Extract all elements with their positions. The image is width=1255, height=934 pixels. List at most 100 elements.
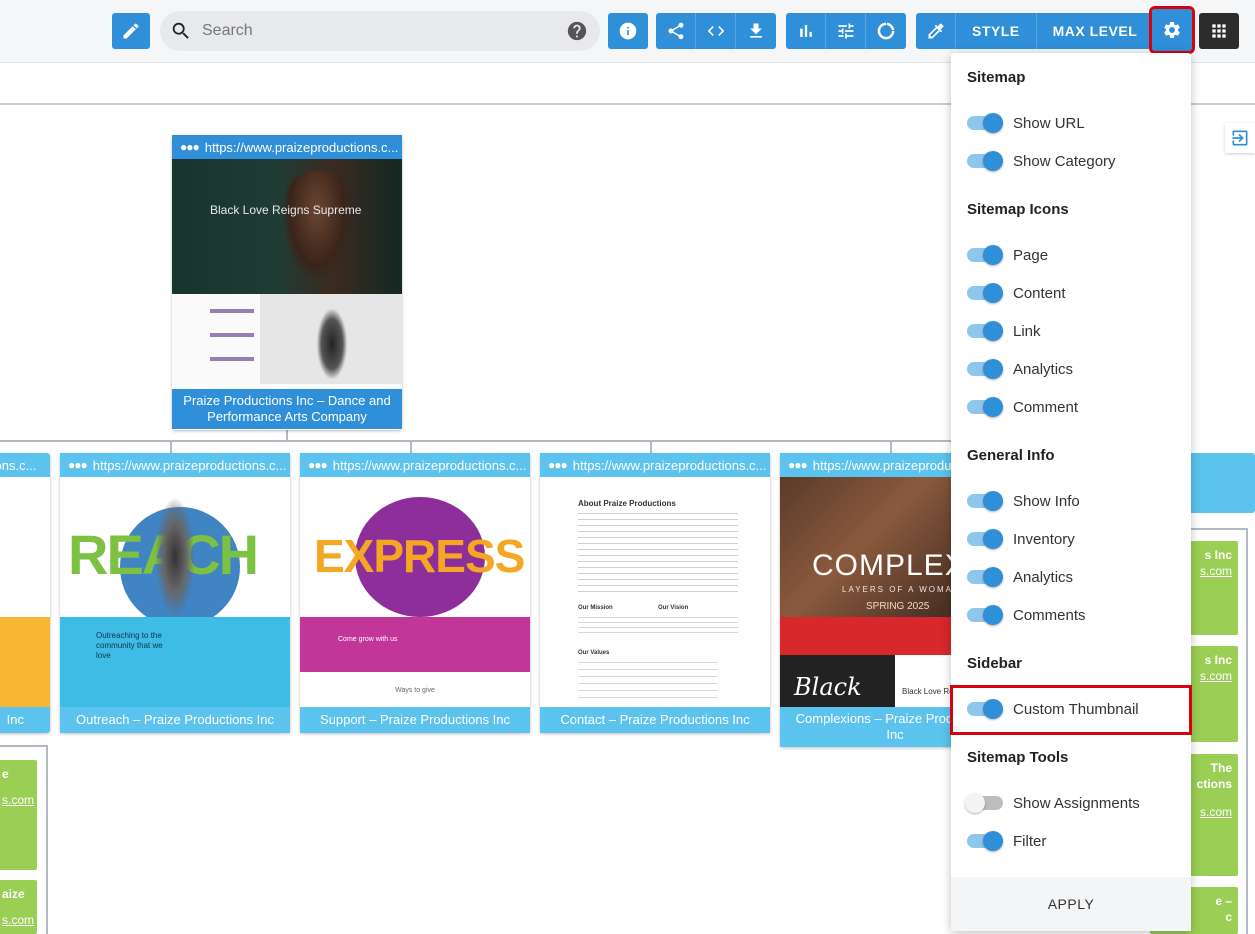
connector [0, 745, 48, 747]
toggle-switch[interactable] [967, 699, 1003, 719]
help-icon[interactable] [566, 20, 588, 42]
style-button[interactable]: STYLE [956, 13, 1037, 49]
refresh-button[interactable] [866, 13, 906, 49]
max-level-button[interactable]: MAX LEVEL [1036, 13, 1154, 49]
node-title[interactable]: Contact – Praize Productions Inc [540, 707, 770, 733]
toggle-switch[interactable] [967, 605, 1003, 625]
toggle-switch[interactable] [967, 245, 1003, 265]
sitemap-node[interactable]: ●●● https://www.praizeproductions.c... RE… [60, 453, 290, 733]
share-button[interactable] [656, 13, 696, 49]
connector [1246, 528, 1248, 934]
embed-code-button[interactable] [696, 13, 736, 49]
setting-label: Show Info [1013, 492, 1080, 510]
setting-inventory[interactable]: Inventory [967, 527, 1075, 551]
gear-icon [1164, 21, 1180, 38]
setting-analytics-info[interactable]: Analytics [967, 565, 1073, 589]
sub-text: Come grow with us [338, 636, 398, 643]
node-link[interactable]: s.com [2, 792, 34, 808]
node-title[interactable]: Inc [0, 707, 50, 733]
download-button[interactable] [736, 13, 776, 49]
toggle-switch[interactable] [967, 491, 1003, 511]
node-title[interactable]: Support – Praize Productions Inc [300, 707, 530, 733]
setting-comments[interactable]: Comments [967, 603, 1086, 627]
node-thumbnail: EXPRESS Come grow with us Ways to give [300, 477, 530, 707]
share-icon [667, 22, 683, 40]
sidebar-toggle[interactable] [1225, 123, 1255, 153]
toggle-switch[interactable] [967, 151, 1003, 171]
toggle-switch[interactable] [967, 567, 1003, 587]
info-button[interactable] [608, 13, 648, 49]
script-text: Black [794, 673, 862, 701]
circle-notch-icon [877, 22, 895, 40]
setting-label: Analytics [1013, 568, 1074, 586]
info-icon [619, 22, 637, 40]
toggle-switch[interactable] [967, 283, 1003, 303]
setting-show-assignments[interactable]: Show Assignments [965, 791, 1140, 815]
section-sidebar: Sidebar [967, 655, 1023, 672]
sub-text: Outreaching to the community that we lov… [96, 631, 163, 660]
setting-content[interactable]: Content [967, 281, 1066, 305]
edit-button[interactable] [112, 13, 150, 49]
setting-page[interactable]: Page [967, 243, 1048, 267]
node-thumbnail [0, 477, 50, 707]
sitemap-node[interactable]: ●●● https://www.praizeproductions.c... EX… [300, 453, 530, 733]
analytics-button[interactable] [786, 13, 826, 49]
search-icon [172, 22, 189, 39]
setting-custom-thumbnail[interactable]: Custom Thumbnail [967, 697, 1139, 721]
menu-dots-icon[interactable]: ●●● [180, 140, 200, 154]
apps-button[interactable] [1199, 13, 1239, 49]
menu-dots-icon[interactable]: ●●● [788, 458, 808, 472]
setting-label: Filter [1013, 832, 1047, 850]
settings-button[interactable] [1149, 6, 1195, 54]
setting-show-info[interactable]: Show Info [967, 489, 1080, 513]
adjust-button[interactable] [826, 13, 866, 49]
setting-analytics[interactable]: Analytics [967, 357, 1073, 381]
menu-dots-icon[interactable]: ●●● [548, 458, 568, 472]
sitemap-child-node[interactable]: e s.com [0, 760, 37, 870]
toggle-switch[interactable] [967, 529, 1003, 549]
section-sitemap-tools: Sitemap Tools [967, 749, 1069, 766]
setting-label: Analytics [1013, 360, 1074, 378]
setting-comment[interactable]: Comment [967, 395, 1078, 419]
sitemap-node[interactable]: tions.c... Inc [0, 453, 50, 733]
toggle-switch[interactable] [967, 831, 1003, 851]
footer-text: Ways to give [395, 687, 435, 694]
apply-button[interactable]: APPLY [951, 877, 1191, 931]
sitemap-node[interactable]: ●●● https://www.praizeproductions.c... Ab… [540, 453, 770, 733]
tune-icon [838, 23, 853, 39]
grid-icon [1212, 24, 1226, 38]
toggle-switch[interactable] [967, 397, 1003, 417]
node-url[interactable]: ●●● https://www.praizeproductions.c... [540, 453, 770, 477]
toggle-switch[interactable] [967, 321, 1003, 341]
download-icon [750, 23, 762, 38]
sitemap-node-root[interactable]: ●●● https://www.praizeproductions.c... Bl… [172, 135, 402, 430]
exit-icon [1232, 130, 1248, 146]
setting-label: Show Category [1013, 152, 1116, 170]
season-text: SPRING 2025 [866, 601, 930, 612]
node-label: aize [2, 887, 25, 901]
setting-show-category[interactable]: Show Category [967, 149, 1116, 173]
setting-link[interactable]: Link [967, 319, 1041, 343]
menu-dots-icon[interactable]: ●●● [68, 458, 88, 472]
menu-dots-icon[interactable]: ●●● [308, 458, 328, 472]
node-url-text: https://www.praizeproductions.c... [572, 457, 767, 473]
search-input[interactable] [200, 21, 560, 41]
toggle-switch[interactable] [967, 359, 1003, 379]
node-thumbnail: Black Love Reigns Supreme [172, 159, 402, 389]
color-picker-button[interactable] [916, 13, 956, 49]
node-url[interactable]: ●●● https://www.praizeproductions.c... [172, 135, 402, 159]
node-url[interactable]: tions.c... [0, 453, 50, 477]
setting-label: Link [1013, 322, 1041, 340]
node-title[interactable]: Outreach – Praize Productions Inc [60, 707, 290, 733]
toggle-switch[interactable] [965, 793, 1003, 813]
node-url[interactable]: ●●● https://www.praizeproductions.c... [300, 453, 530, 477]
setting-show-url[interactable]: Show URL [967, 111, 1085, 135]
node-link[interactable]: s.com [2, 912, 34, 928]
setting-filter[interactable]: Filter [967, 829, 1046, 853]
vision-heading: Our Vision [658, 605, 689, 611]
node-title[interactable]: Praize Productions Inc – Dance and Perfo… [172, 389, 402, 429]
toggle-switch[interactable] [967, 113, 1003, 133]
connector [46, 745, 48, 934]
sitemap-child-node[interactable]: aize s.com [0, 880, 37, 934]
node-url[interactable]: ●●● https://www.praizeproductions.c... [60, 453, 290, 477]
